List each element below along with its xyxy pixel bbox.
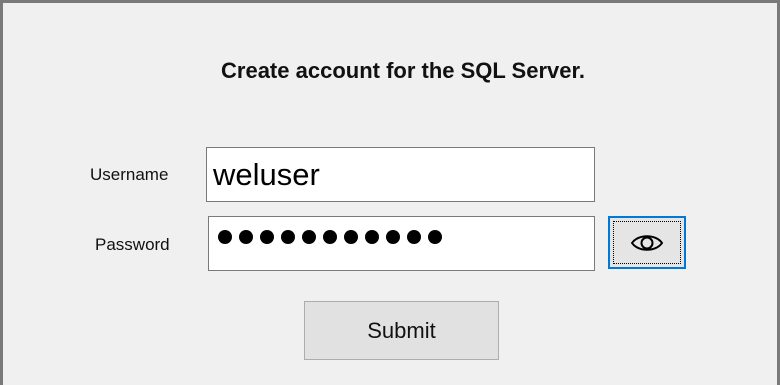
password-mask-dot [239,230,253,244]
password-mask-dot [386,230,400,244]
password-mask-dot [407,230,421,244]
password-mask-dot [344,230,358,244]
show-password-button[interactable] [608,216,686,269]
password-mask-dot [218,230,232,244]
password-mask-dot [323,230,337,244]
password-mask-dot [428,230,442,244]
username-label: Username [90,165,169,184]
username-field[interactable] [206,147,595,202]
password-mask [218,230,442,244]
password-mask-dot [281,230,295,244]
form-title: Create account for the SQL Server. [221,58,585,83]
focus-rectangle [613,221,681,264]
dialog-window: Create account for the SQL Server. Usern… [0,0,780,385]
password-mask-dot [302,230,316,244]
password-field[interactable] [208,216,595,271]
password-label: Password [95,235,170,254]
submit-button[interactable]: Submit [304,301,499,360]
password-mask-dot [260,230,274,244]
password-mask-dot [365,230,379,244]
